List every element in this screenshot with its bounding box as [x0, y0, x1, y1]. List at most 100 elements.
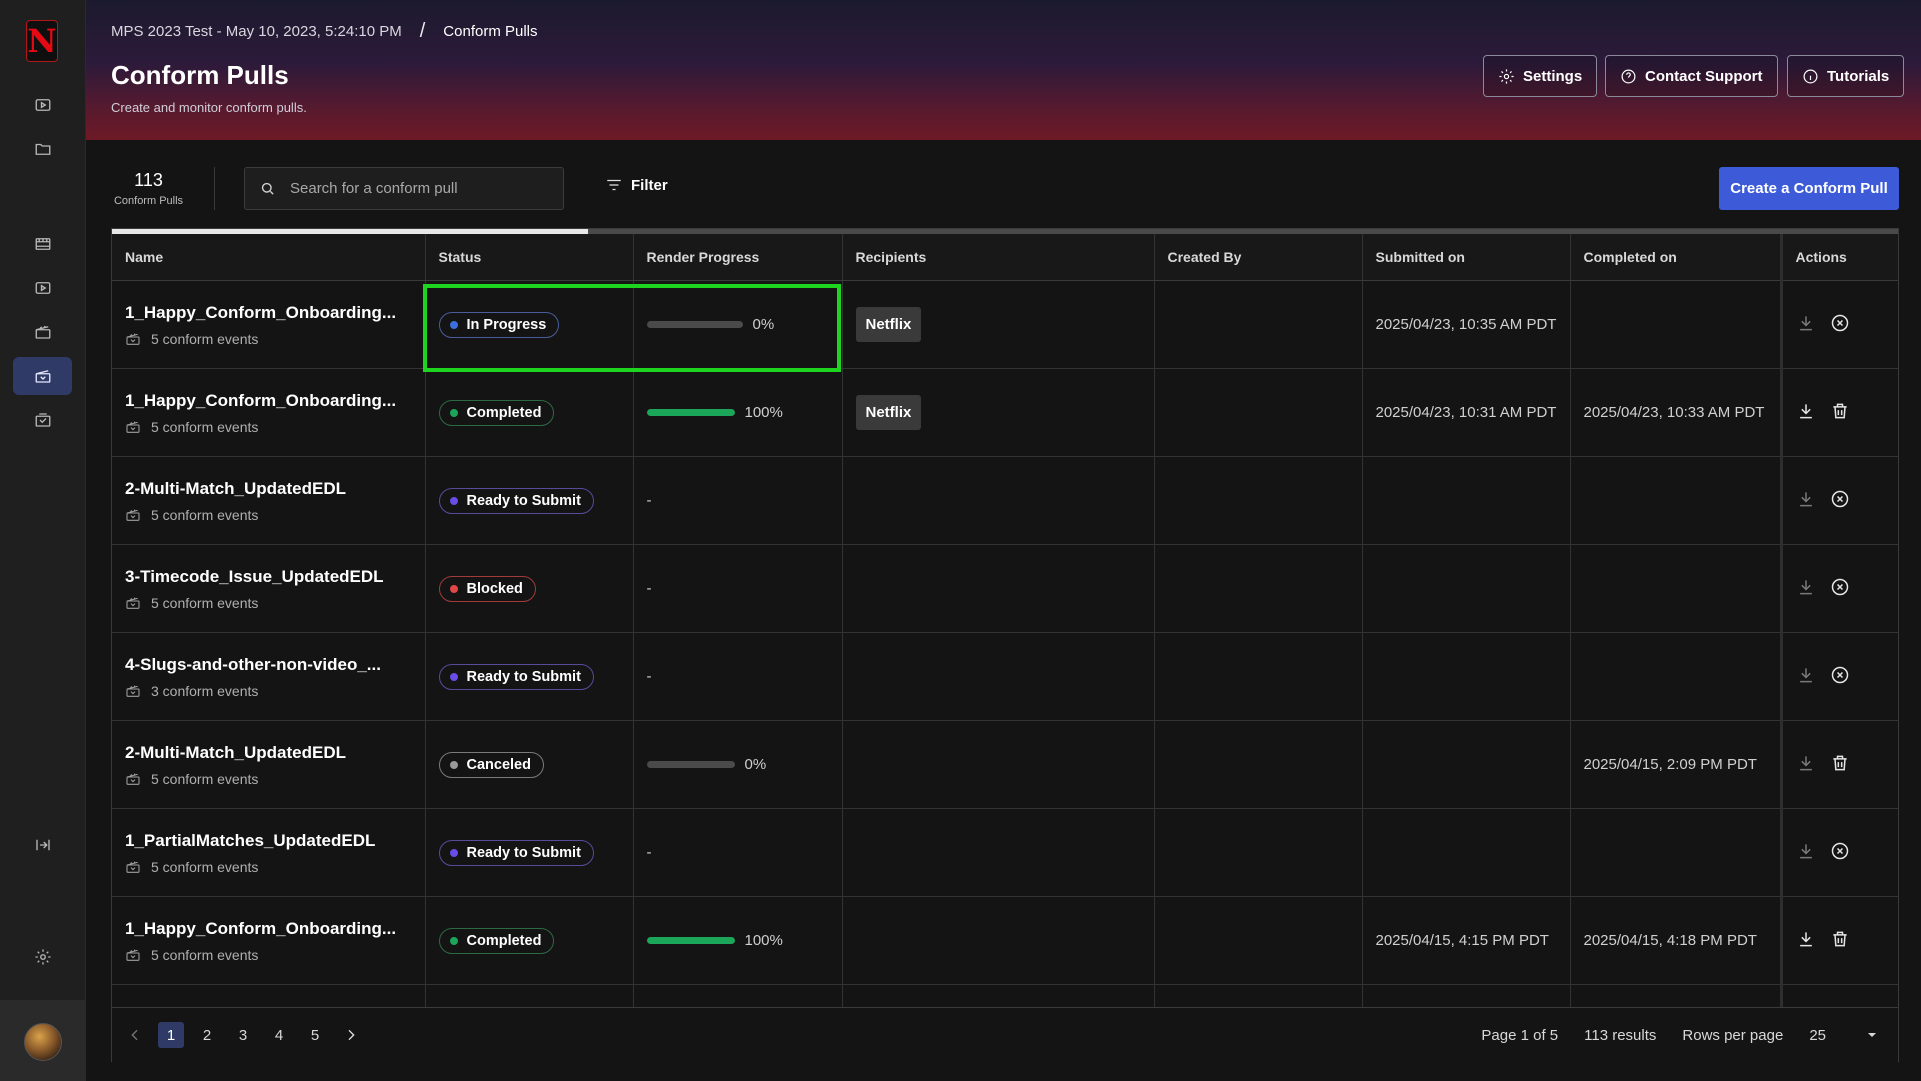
pull-name[interactable]: 1_Happy_Conform_Onboarding... — [125, 303, 412, 323]
column-header-created-by[interactable]: Created By — [1154, 234, 1363, 281]
pull-name[interactable]: 4-Slugs-and-other-non-video_... — [125, 655, 412, 675]
column-header-status[interactable]: Status — [425, 234, 634, 281]
cancel-icon[interactable] — [1830, 665, 1850, 689]
page-button-1[interactable]: 1 — [158, 1022, 184, 1048]
event-count: 5 conform events — [125, 331, 412, 347]
clapper-icon — [126, 332, 140, 345]
next-page-button[interactable] — [338, 1022, 364, 1048]
column-header-name[interactable]: Name — [112, 234, 426, 281]
column-header-actions: Actions — [1779, 234, 1898, 281]
download-icon[interactable] — [1796, 489, 1816, 513]
chevron-left-icon — [131, 1029, 138, 1041]
column-header-submitted-on[interactable]: Submitted on — [1362, 234, 1571, 281]
status-dot — [449, 320, 458, 329]
prev-page-button[interactable] — [122, 1022, 148, 1048]
play-icon[interactable] — [13, 86, 72, 124]
cell-submitted-on — [1362, 544, 1571, 633]
column-header-render-progress[interactable]: Render Progress — [633, 234, 843, 281]
collapse-sidebar-icon[interactable] — [13, 826, 72, 864]
status-dot — [449, 760, 458, 769]
page-button-2[interactable]: 2 — [194, 1022, 220, 1048]
event-count-text: 5 conform events — [151, 770, 259, 787]
clapper-icon — [126, 684, 140, 697]
cell-status: Completed — [425, 368, 634, 457]
cell-name[interactable]: 1_Happy_Conform_Onboarding... 5 conform … — [112, 368, 426, 457]
search-icon — [261, 182, 274, 195]
delete-icon[interactable] — [1830, 753, 1850, 777]
avatar[interactable] — [24, 1023, 62, 1061]
table-row[interactable]: 1_Happy_Conform_Onboarding... 5 conform … — [112, 896, 1898, 985]
download-icon[interactable] — [1796, 577, 1816, 601]
clapper-icon[interactable] — [13, 313, 72, 351]
delete-icon[interactable] — [1830, 401, 1850, 425]
pull-name[interactable]: 1_Happy_Conform_Onboarding... — [125, 919, 412, 939]
page-info: Page 1 of 5 — [1481, 1026, 1559, 1044]
pull-name[interactable]: 3-Timecode_Issue_UpdatedEDL — [125, 567, 412, 587]
create-conform-pull-button[interactable]: Create a Conform Pull — [1719, 167, 1899, 210]
cancel-icon[interactable] — [1830, 313, 1850, 337]
cell-name[interactable]: 2-Multi-Match_UpdatedEDL 5 conform event… — [112, 720, 426, 809]
settings-button[interactable]: Settings — [1483, 55, 1598, 97]
cell-status: Completed — [425, 896, 634, 985]
column-header-completed-on[interactable]: Completed on — [1570, 234, 1782, 281]
search-box[interactable] — [244, 167, 564, 210]
breadcrumb-parent[interactable]: MPS 2023 Test - May 10, 2023, 5:24:10 PM — [111, 23, 402, 40]
cell-name[interactable]: 1_Happy_Conform_Onboarding... 5 conform … — [112, 896, 426, 985]
film-icon[interactable] — [13, 225, 72, 263]
tutorials-button[interactable]: Tutorials — [1787, 55, 1905, 97]
folder-icon[interactable] — [13, 130, 72, 168]
delete-icon[interactable] — [1830, 929, 1850, 953]
status-text: Ready to Submit — [466, 492, 581, 509]
page-button-5[interactable]: 5 — [302, 1022, 328, 1048]
download-icon[interactable] — [1796, 753, 1816, 777]
download-icon[interactable] — [1796, 929, 1816, 953]
cell-name[interactable]: 1_PartialMatches_UpdatedEDL 5 conform ev… — [112, 808, 426, 897]
status-text: Ready to Submit — [466, 844, 581, 861]
table-row[interactable]: 3-Timecode_Issue_UpdatedEDL 5 conform ev… — [112, 544, 1898, 633]
download-icon[interactable] — [1796, 841, 1816, 865]
conform-pull-icon[interactable] — [13, 357, 72, 395]
table-row[interactable]: 4-Slugs-and-other-non-video_... 3 confor… — [112, 632, 1898, 721]
column-header-recipients[interactable]: Recipients — [842, 234, 1155, 281]
media-icon[interactable] — [13, 269, 72, 307]
info-icon — [1803, 69, 1818, 83]
cell-name[interactable]: 1_Happy_Conform_Onboarding... 5 conform … — [112, 280, 426, 369]
table-row[interactable]: 1_Happy_Conform_Onboarding... 5 conform … — [112, 280, 1898, 369]
pull-name[interactable]: 2-Multi-Match_UpdatedEDL — [125, 479, 412, 499]
page-button-3[interactable]: 3 — [230, 1022, 256, 1048]
rows-per-page-select[interactable]: 25 — [1809, 1027, 1878, 1044]
cell-status: Ready to Submit — [425, 456, 634, 545]
pull-name[interactable]: 1_Happy_Conform_Onboarding... — [125, 391, 412, 411]
row-actions — [1796, 665, 1885, 689]
table-row[interactable]: 2-Multi-Match_UpdatedEDL 5 conform event… — [112, 720, 1898, 809]
contact-support-button[interactable]: Contact Support — [1605, 55, 1778, 97]
cell-name[interactable]: 4-Slugs-and-other-non-video_... 3 confor… — [112, 632, 426, 721]
rows-per-page-label: Rows per page — [1682, 1026, 1784, 1044]
review-icon[interactable] — [13, 401, 72, 439]
progress-text: 0% — [744, 756, 767, 773]
table-row[interactable]: 1_Happy_Conform_Onboarding... 5 conform … — [112, 368, 1898, 457]
table-body: 1_Happy_Conform_Onboarding... 5 conform … — [112, 280, 1898, 1061]
status-text: Ready to Submit — [466, 668, 581, 685]
cell-name[interactable]: 2-Multi-Match_UpdatedEDL 5 conform event… — [112, 456, 426, 545]
search-input[interactable] — [288, 179, 542, 198]
table-row[interactable]: 1_PartialMatches_UpdatedEDL 5 conform ev… — [112, 808, 1898, 897]
cancel-icon[interactable] — [1830, 577, 1850, 601]
pull-name[interactable]: 1_PartialMatches_UpdatedEDL — [125, 831, 412, 851]
download-icon[interactable] — [1796, 401, 1816, 425]
page-button-4[interactable]: 4 — [266, 1022, 292, 1048]
cancel-icon[interactable] — [1830, 841, 1850, 865]
netflix-logo[interactable]: N — [26, 20, 58, 62]
row-actions — [1796, 929, 1885, 953]
cell-created-by — [1154, 456, 1363, 545]
cell-name[interactable]: 3-Timecode_Issue_UpdatedEDL 5 conform ev… — [112, 544, 426, 633]
gear-icon[interactable] — [13, 938, 72, 976]
pull-name[interactable]: 2-Multi-Match_UpdatedEDL — [125, 743, 412, 763]
download-icon[interactable] — [1796, 313, 1816, 337]
cell-recipients — [842, 632, 1155, 721]
cancel-icon[interactable] — [1830, 489, 1850, 513]
filter-button[interactable]: Filter — [605, 176, 668, 194]
download-icon[interactable] — [1796, 665, 1816, 689]
table-row[interactable]: 2-Multi-Match_UpdatedEDL 5 conform event… — [112, 456, 1898, 545]
status-dot — [449, 848, 458, 857]
